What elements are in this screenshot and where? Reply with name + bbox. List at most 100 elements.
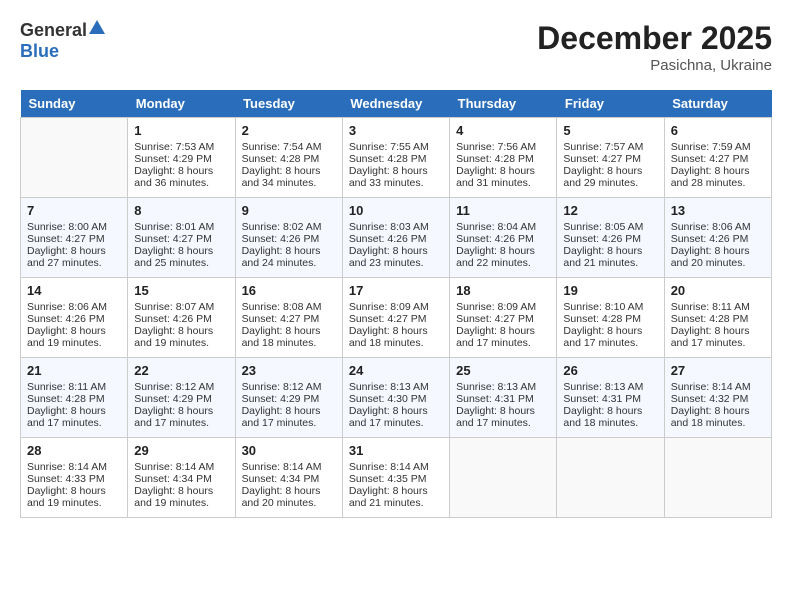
location: Pasichna, Ukraine [537,57,772,74]
day-number: 22 [134,363,228,378]
day-number: 3 [349,123,443,138]
table-row: 25 Sunrise: 8:13 AM Sunset: 4:31 PM Dayl… [450,358,557,438]
sunrise-time: Sunrise: 8:13 AM [349,381,443,393]
day-number: 7 [27,203,121,218]
calendar-week-row: 14 Sunrise: 8:06 AM Sunset: 4:26 PM Dayl… [21,278,772,358]
sunset-time: Sunset: 4:29 PM [134,393,228,405]
daylight-hours: Daylight: 8 hours and 17 minutes. [456,325,550,349]
col-sunday: Sunday [21,90,128,118]
day-number: 9 [242,203,336,218]
sunset-time: Sunset: 4:26 PM [456,233,550,245]
daylight-hours: Daylight: 8 hours and 23 minutes. [349,245,443,269]
sunset-time: Sunset: 4:26 PM [27,313,121,325]
sunrise-time: Sunrise: 8:06 AM [671,221,765,233]
logo-blue-text: Blue [20,41,59,61]
table-row: 8 Sunrise: 8:01 AM Sunset: 4:27 PM Dayli… [128,198,235,278]
day-number: 18 [456,283,550,298]
table-row: 27 Sunrise: 8:14 AM Sunset: 4:32 PM Dayl… [664,358,771,438]
logo-triangle-icon [89,20,105,41]
sunset-time: Sunset: 4:26 PM [671,233,765,245]
day-number: 11 [456,203,550,218]
table-row: 29 Sunrise: 8:14 AM Sunset: 4:34 PM Dayl… [128,438,235,518]
table-row: 15 Sunrise: 8:07 AM Sunset: 4:26 PM Dayl… [128,278,235,358]
daylight-hours: Daylight: 8 hours and 18 minutes. [671,405,765,429]
daylight-hours: Daylight: 8 hours and 22 minutes. [456,245,550,269]
sunrise-time: Sunrise: 8:07 AM [134,301,228,313]
day-number: 23 [242,363,336,378]
sunset-time: Sunset: 4:26 PM [563,233,657,245]
day-number: 16 [242,283,336,298]
sunrise-time: Sunrise: 8:14 AM [349,461,443,473]
day-number: 19 [563,283,657,298]
sunrise-time: Sunrise: 8:09 AM [456,301,550,313]
col-thursday: Thursday [450,90,557,118]
daylight-hours: Daylight: 8 hours and 17 minutes. [456,405,550,429]
sunrise-time: Sunrise: 8:14 AM [671,381,765,393]
sunset-time: Sunset: 4:35 PM [349,473,443,485]
daylight-hours: Daylight: 8 hours and 18 minutes. [349,325,443,349]
table-row: 22 Sunrise: 8:12 AM Sunset: 4:29 PM Dayl… [128,358,235,438]
day-number: 1 [134,123,228,138]
table-row: 9 Sunrise: 8:02 AM Sunset: 4:26 PM Dayli… [235,198,342,278]
sunset-time: Sunset: 4:34 PM [242,473,336,485]
col-wednesday: Wednesday [342,90,449,118]
day-number: 5 [563,123,657,138]
sunrise-time: Sunrise: 7:54 AM [242,141,336,153]
sunset-time: Sunset: 4:27 PM [563,153,657,165]
day-number: 8 [134,203,228,218]
daylight-hours: Daylight: 8 hours and 18 minutes. [242,325,336,349]
table-row: 24 Sunrise: 8:13 AM Sunset: 4:30 PM Dayl… [342,358,449,438]
daylight-hours: Daylight: 8 hours and 17 minutes. [671,325,765,349]
table-row: 30 Sunrise: 8:14 AM Sunset: 4:34 PM Dayl… [235,438,342,518]
sunrise-time: Sunrise: 7:57 AM [563,141,657,153]
table-row [21,118,128,198]
calendar-table: Sunday Monday Tuesday Wednesday Thursday… [20,90,772,518]
sunrise-time: Sunrise: 8:06 AM [27,301,121,313]
day-number: 20 [671,283,765,298]
table-row: 26 Sunrise: 8:13 AM Sunset: 4:31 PM Dayl… [557,358,664,438]
day-number: 14 [27,283,121,298]
sunrise-time: Sunrise: 8:01 AM [134,221,228,233]
month-title: December 2025 [537,20,772,57]
table-row: 13 Sunrise: 8:06 AM Sunset: 4:26 PM Dayl… [664,198,771,278]
sunrise-time: Sunrise: 8:00 AM [27,221,121,233]
table-row: 21 Sunrise: 8:11 AM Sunset: 4:28 PM Dayl… [21,358,128,438]
sunset-time: Sunset: 4:27 PM [134,233,228,245]
sunset-time: Sunset: 4:28 PM [27,393,121,405]
sunrise-time: Sunrise: 8:09 AM [349,301,443,313]
title-block: December 2025 Pasichna, Ukraine [537,20,772,74]
day-number: 21 [27,363,121,378]
calendar-week-row: 7 Sunrise: 8:00 AM Sunset: 4:27 PM Dayli… [21,198,772,278]
sunset-time: Sunset: 4:27 PM [349,313,443,325]
daylight-hours: Daylight: 8 hours and 19 minutes. [27,325,121,349]
sunrise-time: Sunrise: 8:03 AM [349,221,443,233]
daylight-hours: Daylight: 8 hours and 28 minutes. [671,165,765,189]
day-number: 24 [349,363,443,378]
sunrise-time: Sunrise: 8:02 AM [242,221,336,233]
daylight-hours: Daylight: 8 hours and 19 minutes. [134,485,228,509]
daylight-hours: Daylight: 8 hours and 31 minutes. [456,165,550,189]
sunrise-time: Sunrise: 8:14 AM [134,461,228,473]
table-row: 31 Sunrise: 8:14 AM Sunset: 4:35 PM Dayl… [342,438,449,518]
sunset-time: Sunset: 4:26 PM [349,233,443,245]
table-row [664,438,771,518]
sunset-time: Sunset: 4:26 PM [134,313,228,325]
day-number: 31 [349,443,443,458]
daylight-hours: Daylight: 8 hours and 21 minutes. [349,485,443,509]
sunrise-time: Sunrise: 8:11 AM [671,301,765,313]
sunset-time: Sunset: 4:34 PM [134,473,228,485]
sunset-time: Sunset: 4:27 PM [242,313,336,325]
page-header: General Blue December 2025 Pasichna, Ukr… [20,20,772,74]
day-number: 25 [456,363,550,378]
calendar-week-row: 1 Sunrise: 7:53 AM Sunset: 4:29 PM Dayli… [21,118,772,198]
sunset-time: Sunset: 4:27 PM [671,153,765,165]
table-row: 6 Sunrise: 7:59 AM Sunset: 4:27 PM Dayli… [664,118,771,198]
sunrise-time: Sunrise: 7:55 AM [349,141,443,153]
table-row: 3 Sunrise: 7:55 AM Sunset: 4:28 PM Dayli… [342,118,449,198]
sunset-time: Sunset: 4:29 PM [242,393,336,405]
table-row: 16 Sunrise: 8:08 AM Sunset: 4:27 PM Dayl… [235,278,342,358]
col-saturday: Saturday [664,90,771,118]
sunset-time: Sunset: 4:28 PM [671,313,765,325]
sunrise-time: Sunrise: 7:59 AM [671,141,765,153]
table-row: 23 Sunrise: 8:12 AM Sunset: 4:29 PM Dayl… [235,358,342,438]
